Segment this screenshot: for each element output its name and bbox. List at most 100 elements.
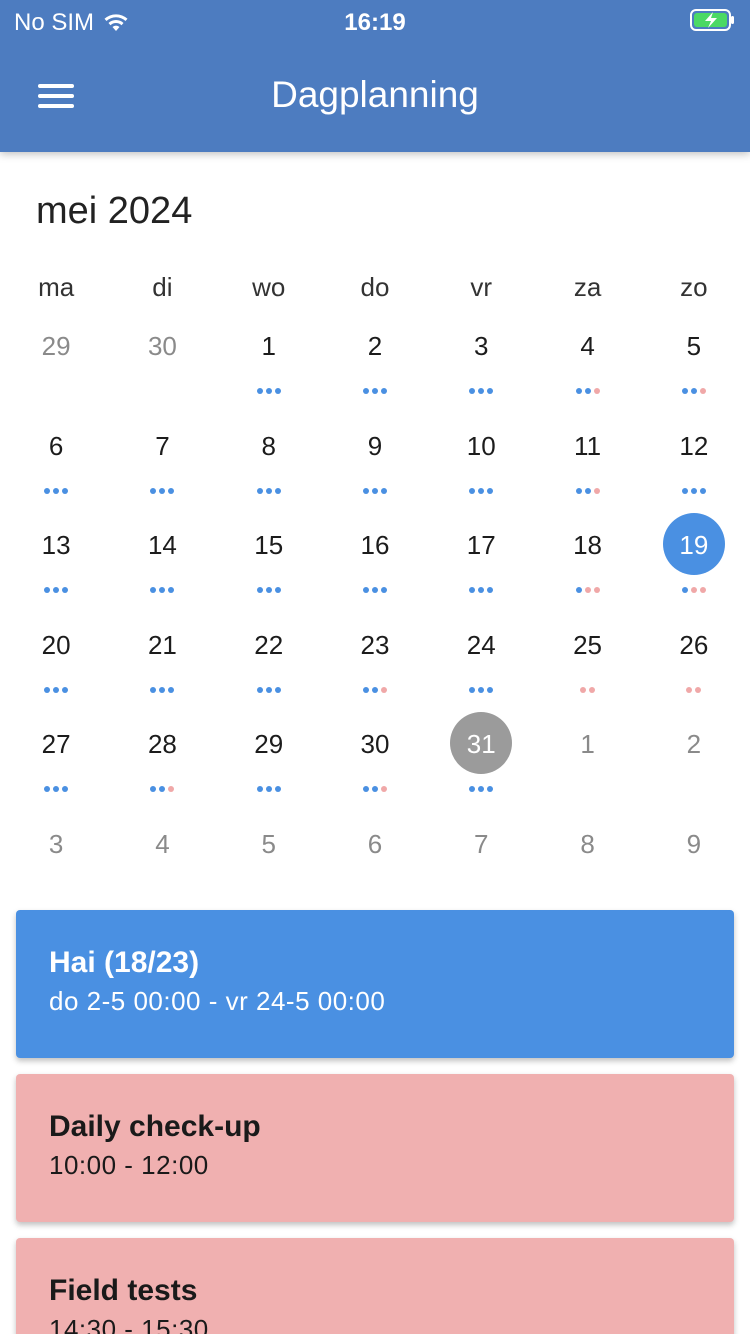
event-indicator-dots	[534, 388, 640, 394]
event-dot	[256, 487, 263, 494]
event-indicator-dots	[322, 388, 428, 394]
calendar-day[interactable]: 28	[109, 712, 215, 812]
event-indicator-dots	[428, 686, 534, 693]
day-number: 14	[147, 530, 177, 560]
calendar-day[interactable]: 17	[428, 513, 534, 613]
event-dot	[274, 786, 281, 792]
event-indicator-dots	[109, 686, 215, 693]
event-dot	[580, 686, 587, 693]
event-dot	[681, 388, 688, 394]
calendar-day[interactable]: 16	[322, 513, 428, 613]
event-dot	[699, 487, 706, 494]
event-indicator-dots	[216, 686, 322, 693]
calendar-day[interactable]: 7	[428, 812, 534, 912]
event-indicator-dots	[641, 587, 747, 593]
calendar-day[interactable]: 1	[216, 314, 322, 414]
calendar-day[interactable]: 8	[216, 414, 322, 514]
weekday-label: wo	[252, 272, 286, 302]
event-dot	[380, 487, 387, 494]
calendar-day[interactable]: 14	[109, 513, 215, 613]
calendar-day[interactable]: 9	[322, 414, 428, 514]
day-number: 10	[466, 430, 496, 461]
day-number: 11	[574, 430, 602, 461]
day-number: 24	[466, 629, 496, 660]
calendar-day[interactable]: 27	[3, 712, 109, 812]
calendar-day[interactable]: 3	[3, 812, 109, 912]
calendar-day[interactable]: 4	[109, 812, 215, 912]
calendar-day[interactable]: 20	[3, 613, 109, 713]
weekday-label: ma	[38, 272, 75, 302]
event-dot	[487, 786, 494, 792]
event-dot	[380, 786, 387, 792]
event-dot	[681, 487, 688, 494]
event-dot	[168, 487, 175, 494]
event-dot	[62, 587, 69, 593]
calendar-day[interactable]: 6	[322, 812, 428, 912]
calendar-day[interactable]: 7	[109, 414, 215, 514]
calendar-day[interactable]: 29	[3, 314, 109, 414]
event-dot	[469, 487, 476, 494]
day-number: 28	[147, 729, 177, 759]
calendar-day[interactable]: 3	[428, 314, 534, 414]
calendar-day[interactable]: 2	[322, 314, 428, 414]
event-dot	[62, 786, 69, 792]
weekday-label: zo	[680, 272, 708, 302]
event-indicator-dots	[534, 487, 640, 494]
day-number: 7	[155, 430, 170, 461]
event-time: do 2-5 00:00 - vr 24-5 00:00	[49, 986, 386, 1016]
event-dot	[589, 686, 596, 693]
event-dot	[44, 786, 51, 792]
event-dot	[690, 487, 697, 494]
calendar-day[interactable]: 21	[109, 613, 215, 713]
weekday-label: vr	[470, 272, 493, 302]
calendar-day[interactable]: 8	[534, 812, 640, 912]
event-title: Hai (18/23)	[49, 946, 200, 979]
event-dot	[256, 388, 263, 394]
calendar-day[interactable]: 18	[534, 513, 640, 613]
event-indicator-dots	[109, 786, 215, 792]
calendar-day[interactable]: 5	[641, 314, 747, 414]
calendar-day[interactable]: 2	[641, 712, 747, 812]
calendar-day[interactable]: 29	[216, 712, 322, 812]
calendar-day[interactable]: 26	[641, 613, 747, 713]
event-dot	[159, 686, 166, 693]
calendar-day[interactable]: 12	[641, 414, 747, 514]
calendar-day[interactable]: 25	[534, 613, 640, 713]
calendar-day-selected[interactable]: 19	[641, 513, 747, 613]
calendar-day[interactable]: 1	[534, 712, 640, 812]
calendar-day[interactable]: 11	[534, 414, 640, 514]
calendar-day[interactable]: 30	[109, 314, 215, 414]
event-indicator-dots	[216, 786, 322, 792]
event-card[interactable]: Daily check-up 10:00 - 12:00	[16, 1074, 734, 1222]
event-dot	[371, 487, 378, 494]
event-dot	[168, 686, 175, 693]
event-dot	[150, 487, 157, 494]
calendar-day[interactable]: 5	[216, 812, 322, 912]
calendar-day[interactable]: 10	[428, 414, 534, 514]
event-card[interactable]: Hai (18/23) do 2-5 00:00 - vr 24-5 00:00	[16, 910, 734, 1058]
calendar-day[interactable]: 13	[3, 513, 109, 613]
calendar-day[interactable]: 6	[3, 414, 109, 514]
event-time: 10:00 - 12:00	[49, 1150, 209, 1180]
calendar-day[interactable]: 9	[641, 812, 747, 912]
calendar-day[interactable]: 4	[534, 314, 640, 414]
day-number: 6	[48, 430, 64, 461]
event-indicator-dots	[109, 487, 215, 494]
event-dot	[53, 686, 60, 693]
day-number: 22	[254, 629, 284, 660]
calendar-day[interactable]: 15	[216, 513, 322, 613]
event-dot	[575, 487, 582, 494]
calendar-day[interactable]: 24	[428, 613, 534, 713]
calendar-day[interactable]: 30	[322, 712, 428, 812]
calendar-day[interactable]: 22	[216, 613, 322, 713]
calendar-day[interactable]: 23	[322, 613, 428, 713]
day-number: 3	[48, 828, 64, 859]
event-dot	[44, 587, 51, 593]
event-dot	[274, 388, 281, 394]
event-dot	[487, 587, 494, 593]
day-number: 3	[474, 331, 489, 361]
calendar-day-today[interactable]: 31	[428, 712, 534, 812]
event-indicator-dots	[216, 388, 322, 394]
event-card[interactable]: Field tests 14:30 - 15:30	[16, 1238, 734, 1334]
day-number: 13	[41, 530, 71, 560]
